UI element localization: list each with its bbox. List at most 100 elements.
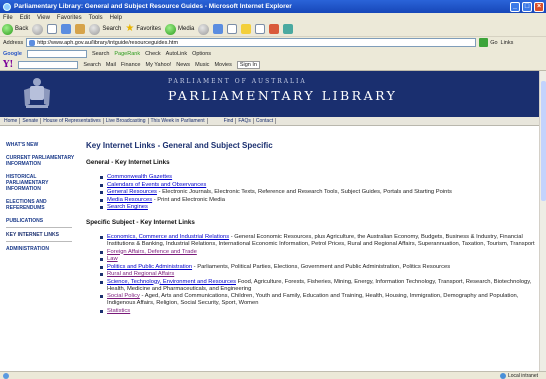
page-viewport: PARLIAMENT OF AUSTRALIA PARLIAMENTARY LI… xyxy=(0,71,539,371)
link-description: - Aged, Arts and Communications, Childre… xyxy=(107,293,519,306)
google-options-button[interactable]: Options xyxy=(192,51,211,57)
home-icon[interactable] xyxy=(75,24,86,34)
go-arrow-icon xyxy=(479,38,489,47)
sidebar-item-elections-and-referendums[interactable]: ELECTIONS AND REFERENDUMS xyxy=(6,199,78,211)
general-section-heading: General - Key Internet Links xyxy=(86,159,170,166)
link-foreign-affairs[interactable]: Foreign Affairs, Defence and Trade xyxy=(107,249,197,255)
scrollbar-thumb[interactable] xyxy=(541,81,546,201)
link-science-technology[interactable]: Science, Technology, Environment and Res… xyxy=(107,279,236,285)
menu-help[interactable]: Help xyxy=(110,15,122,21)
vertical-scrollbar[interactable] xyxy=(539,71,546,371)
messenger-icon[interactable] xyxy=(269,24,280,34)
yahoo-search-input[interactable] xyxy=(18,60,79,69)
sidebar-item-whats-new[interactable]: WHAT'S NEW xyxy=(6,142,78,148)
link-rural-regional-affairs[interactable]: Rural and Regional Affairs xyxy=(107,271,174,277)
my-yahoo-button[interactable]: My Yahoo! xyxy=(146,62,172,68)
list-item: General Resources - Electronic Journals,… xyxy=(100,189,536,196)
google-search-button[interactable]: Search xyxy=(92,51,109,57)
google-pagerank[interactable]: PageRank xyxy=(114,51,140,57)
google-search-input[interactable] xyxy=(26,49,87,58)
yahoo-mail-button[interactable]: Mail xyxy=(106,62,116,68)
nav-senate[interactable]: Senate xyxy=(20,118,42,124)
nav-find[interactable]: Find xyxy=(222,118,237,124)
nav-contact[interactable]: Contact xyxy=(254,118,277,124)
list-item: Commonwealth Gazettes xyxy=(100,174,536,181)
google-check-button[interactable]: Check xyxy=(145,51,161,57)
link-description: - Electronic Journals, Electronic Texts,… xyxy=(156,189,452,195)
nav-this-week[interactable]: This Week in Parliament xyxy=(149,118,208,124)
nav-house-of-representatives[interactable]: House of Representatives xyxy=(41,118,104,124)
link-economics-commerce[interactable]: Economics, Commerce and Industrial Relat… xyxy=(107,234,229,240)
yahoo-movies-button[interactable]: Movies xyxy=(214,62,231,68)
nav-live-broadcasting[interactable]: Live Broadcasting xyxy=(104,118,149,124)
print-icon[interactable] xyxy=(227,24,238,34)
folder-icon[interactable] xyxy=(241,24,252,34)
go-label: Go xyxy=(490,39,498,46)
nav-home[interactable]: Home xyxy=(2,118,21,124)
list-item: Law xyxy=(100,256,536,263)
yahoo-search-button[interactable]: Search xyxy=(83,62,100,68)
link-general-resources[interactable]: General Resources xyxy=(107,189,157,195)
sidebar-item-publications[interactable]: PUBLICATIONS xyxy=(6,218,78,224)
menu-favorites[interactable]: Favorites xyxy=(57,15,82,21)
security-zone-label: Local intranet xyxy=(507,372,538,379)
menu-view[interactable]: View xyxy=(37,15,50,21)
menu-file[interactable]: File xyxy=(3,15,13,21)
forward-button[interactable] xyxy=(32,23,44,35)
sidebar-item-key-internet-links[interactable]: KEY INTERNET LINKS xyxy=(6,232,78,238)
search-button[interactable]: Search xyxy=(89,23,121,35)
yahoo-music-button[interactable]: Music xyxy=(195,62,209,68)
link-media-resources[interactable]: Media Resources xyxy=(107,197,152,203)
history-icon[interactable] xyxy=(198,23,210,35)
sidebar-item-current-parliamentary-information[interactable]: CURRENT PARLIAMENTARY INFORMATION xyxy=(6,155,78,167)
links-button[interactable]: Links xyxy=(501,40,514,46)
menu-edit[interactable]: Edit xyxy=(20,15,30,21)
link-description: - Parliaments, Political Parties, Electi… xyxy=(192,263,451,270)
research-icon[interactable] xyxy=(283,24,294,34)
google-logo: Google xyxy=(3,50,22,57)
address-input[interactable]: http://www.aph.gov.au/library/intguide/r… xyxy=(26,38,477,47)
favorites-button[interactable]: ★ Favorites xyxy=(125,24,161,34)
page-status-icon xyxy=(3,373,9,379)
list-item: Foreign Affairs, Defence and Trade xyxy=(100,249,536,256)
link-search-engines[interactable]: Search Engines xyxy=(107,204,148,210)
list-item: Economics, Commerce and Industrial Relat… xyxy=(100,234,536,248)
sidebar-divider xyxy=(6,227,72,228)
link-commonwealth-gazettes[interactable]: Commonwealth Gazettes xyxy=(107,174,172,180)
nav-faqs[interactable]: FAQs xyxy=(236,118,254,124)
list-item: Rural and Regional Affairs xyxy=(100,271,536,278)
page-title: Key Internet Links - General and Subject… xyxy=(86,141,273,150)
media-button[interactable]: Media xyxy=(165,23,194,35)
list-item: Statistics xyxy=(100,308,536,315)
standard-toolbar: Back Search ★ Favorites Media xyxy=(0,22,546,37)
refresh-icon[interactable] xyxy=(61,24,72,34)
close-button[interactable]: × xyxy=(534,1,544,12)
back-button[interactable]: Back xyxy=(2,23,28,35)
yahoo-sign-in-button[interactable]: Sign In xyxy=(236,60,260,69)
coat-of-arms-icon xyxy=(24,78,50,108)
stop-icon[interactable] xyxy=(47,24,58,34)
maximize-button[interactable]: □ xyxy=(522,1,532,12)
mail-icon[interactable] xyxy=(213,24,224,34)
link-politics-public-administration[interactable]: Politics and Public Administration xyxy=(107,264,192,270)
minimize-button[interactable]: _ xyxy=(510,1,520,12)
list-item: Media Resources - Print and Electronic M… xyxy=(100,197,536,204)
list-item: Politics and Public Administration - Par… xyxy=(100,264,536,271)
link-social-policy[interactable]: Social Policy xyxy=(107,293,140,299)
edit-page-icon[interactable] xyxy=(255,24,266,34)
address-label: Address xyxy=(3,39,24,46)
ie-logo-icon xyxy=(3,2,11,11)
sidebar-item-historical-parliamentary-information[interactable]: HISTORICAL PARLIAMENTARY INFORMATION xyxy=(6,174,78,192)
sidebar: WHAT'S NEW CURRENT PARLIAMENTARY INFORMA… xyxy=(0,126,78,371)
specific-section-heading: Specific Subject - Key Internet Links xyxy=(86,219,195,226)
go-button[interactable]: Go xyxy=(479,38,498,47)
sidebar-item-administration[interactable]: ADMINISTRATION xyxy=(6,246,78,252)
list-item: Science, Technology, Environment and Res… xyxy=(100,279,536,293)
yahoo-news-button[interactable]: News xyxy=(176,62,190,68)
menu-tools[interactable]: Tools xyxy=(89,15,103,21)
google-autolink-button[interactable]: AutoLink xyxy=(166,51,187,57)
link-calendars-of-events[interactable]: Calendars of Events and Observances xyxy=(107,182,206,188)
link-law[interactable]: Law xyxy=(107,256,118,262)
yahoo-finance-button[interactable]: Finance xyxy=(121,62,141,68)
link-statistics[interactable]: Statistics xyxy=(107,308,130,314)
